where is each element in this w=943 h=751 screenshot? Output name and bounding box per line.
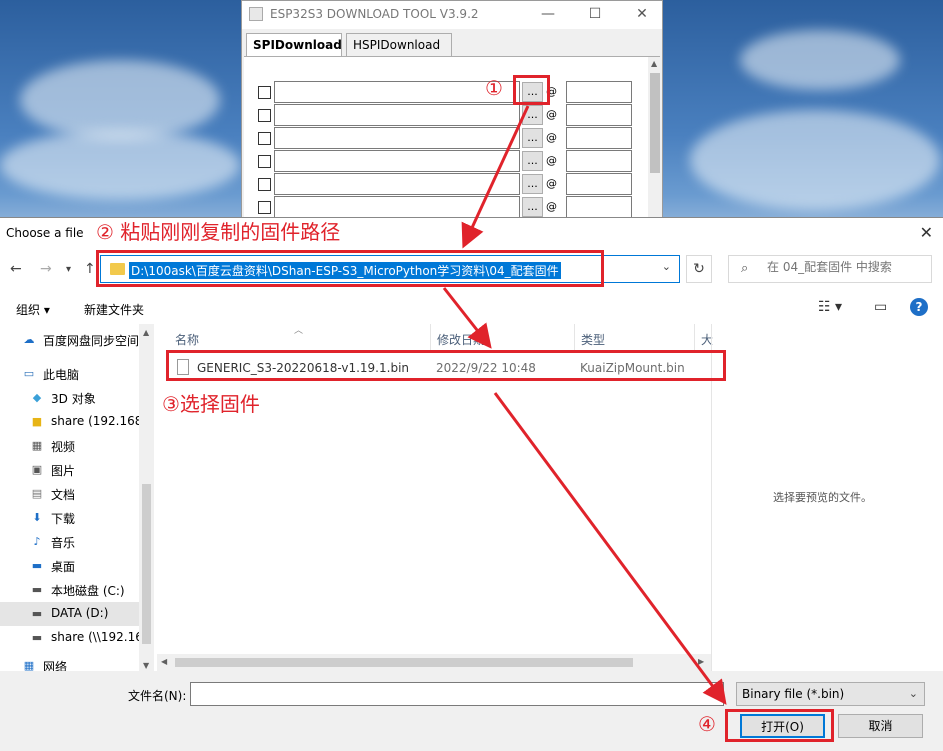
arrow-step3-to-step4 xyxy=(493,392,727,705)
arrow-step2-to-step3 xyxy=(442,287,492,349)
annotation-arrows xyxy=(442,105,727,705)
arrow-step1-to-step2 xyxy=(461,105,530,249)
